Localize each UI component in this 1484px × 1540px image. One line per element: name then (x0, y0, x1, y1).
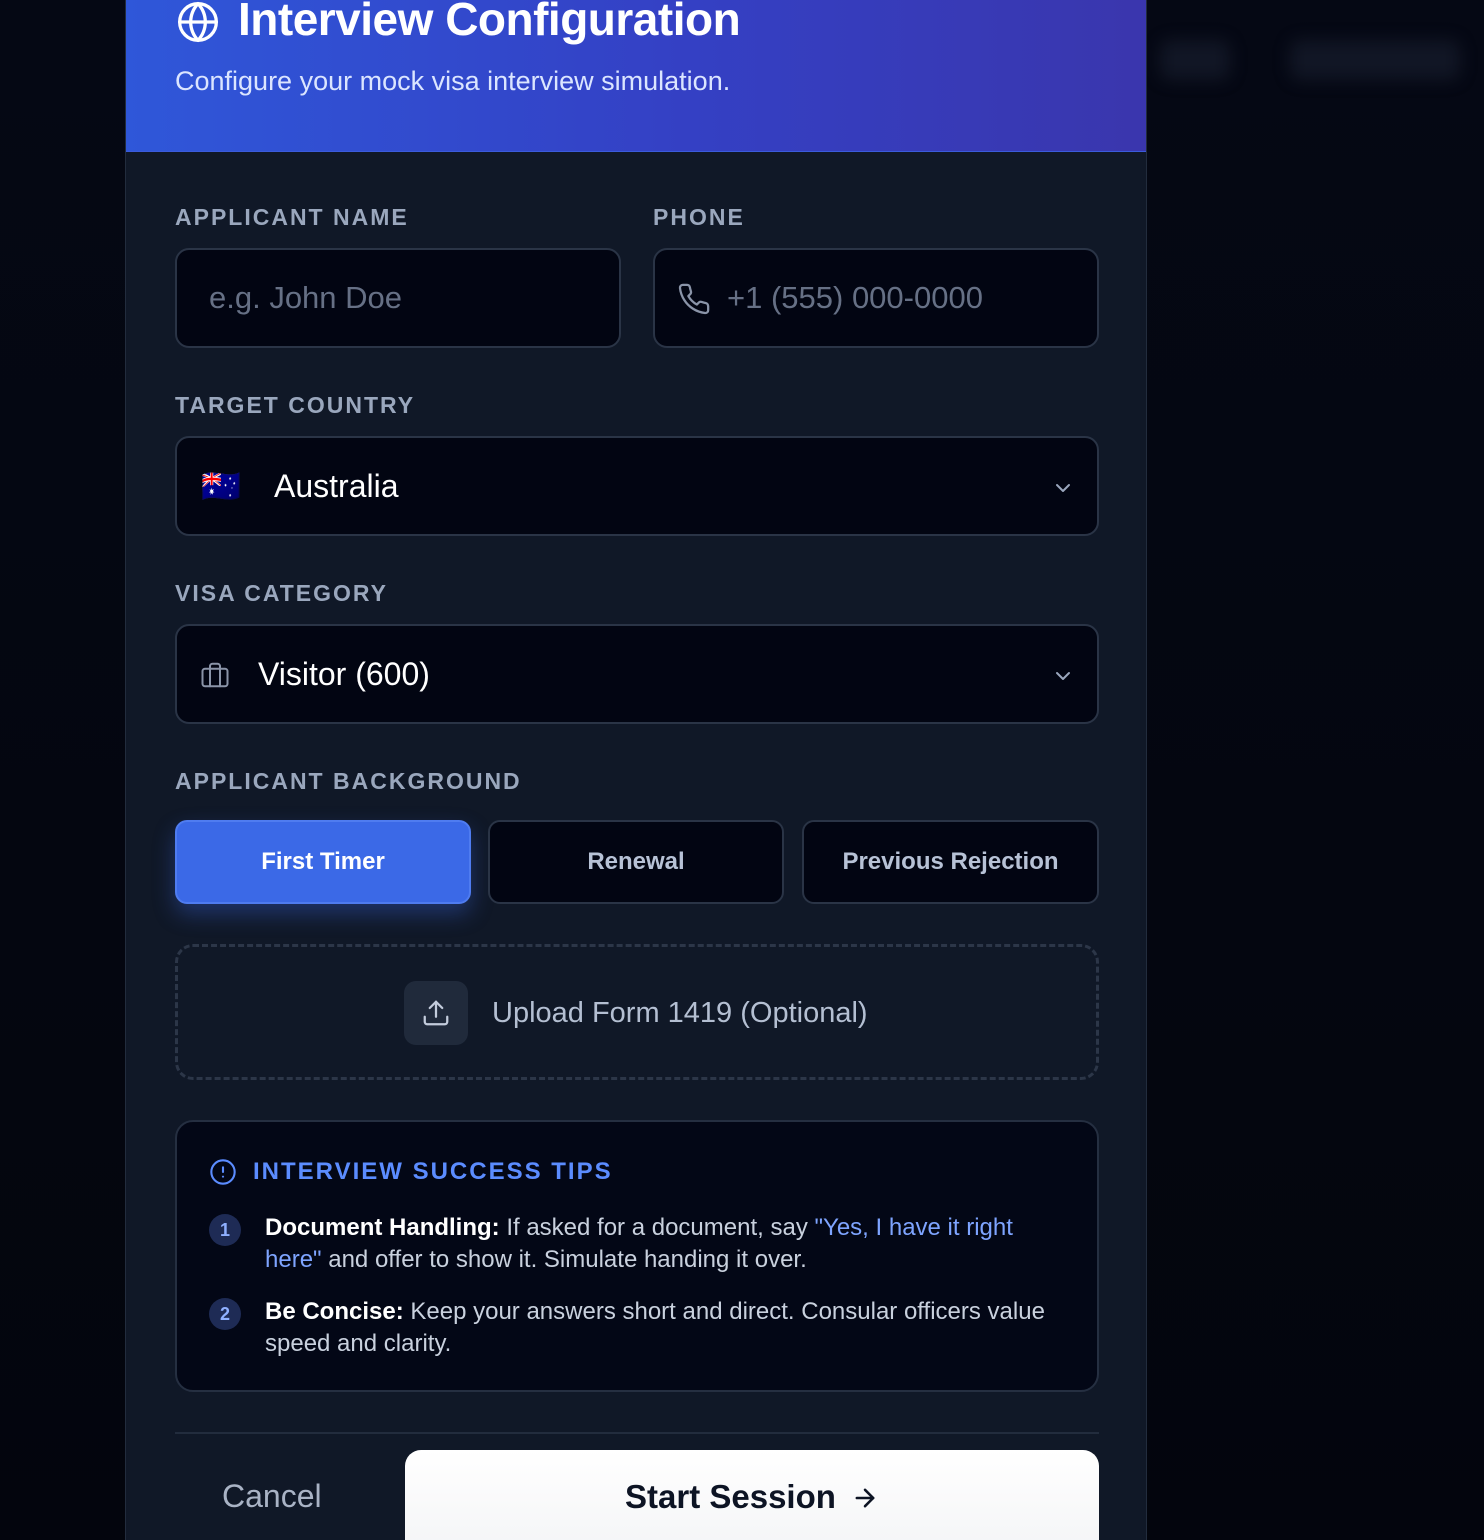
info-circle-icon (210, 1159, 236, 1185)
globe-icon (178, 2, 218, 42)
australia-flag-icon: 🇦🇺 (201, 468, 241, 504)
background-option-first-timer[interactable]: First Timer (175, 820, 471, 904)
applicant-background-label: APPLICANT BACKGROUND (175, 768, 522, 794)
applicant-name-label: APPLICANT NAME (175, 204, 409, 230)
tip-item-be-concise: Be Concise: Keep your answers short and … (265, 1296, 1065, 1360)
phone-icon (678, 283, 710, 315)
upload-icon (423, 1000, 449, 1026)
chevron-down-icon (1056, 484, 1070, 492)
tip-heading: Be Concise: (265, 1298, 404, 1325)
interview-tips-panel: INTERVIEW SUCCESS TIPS 1 Document Handli… (175, 1120, 1099, 1392)
blurred-background-element (1290, 40, 1460, 80)
chevron-down-icon (1056, 672, 1070, 680)
visa-category-label: VISA CATEGORY (175, 580, 388, 606)
interview-config-modal: Interview Configuration Configure your m… (125, 0, 1147, 1540)
start-session-label: Start Session (625, 1478, 836, 1515)
applicant-name-input[interactable] (209, 250, 589, 346)
cancel-button[interactable]: Cancel (222, 1478, 322, 1515)
target-country-value: Australia (274, 468, 399, 504)
tip-text: If asked for a document, say (506, 1214, 808, 1241)
target-country-select[interactable]: 🇦🇺 Australia (175, 436, 1099, 536)
blurred-background-element (1160, 40, 1230, 80)
tip-text: and offer to show it. Simulate handing i… (328, 1246, 807, 1273)
phone-field[interactable] (653, 248, 1099, 348)
tip-heading: Document Handling: (265, 1214, 500, 1241)
background-option-renewal[interactable]: Renewal (488, 820, 784, 904)
visa-category-value: Visitor (600) (258, 656, 430, 692)
modal-title: Interview Configuration (238, 0, 741, 45)
tip-number-badge: 1 (209, 1214, 241, 1246)
applicant-name-field[interactable] (175, 248, 621, 348)
tip-number-badge: 2 (209, 1298, 241, 1330)
footer-divider (175, 1432, 1099, 1434)
modal-subtitle: Configure your mock visa interview simul… (175, 66, 731, 96)
target-country-label: TARGET COUNTRY (175, 392, 416, 418)
visa-category-select[interactable]: Visitor (600) (175, 624, 1099, 724)
arrow-right-icon (855, 1488, 875, 1508)
tip-item-document-handling: Document Handling: If asked for a docume… (265, 1212, 1065, 1276)
upload-form-label: Upload Form 1419 (Optional) (492, 997, 868, 1029)
start-session-button[interactable]: Start Session (405, 1450, 1099, 1540)
background-option-previous-rejection[interactable]: Previous Rejection (802, 820, 1099, 904)
modal-header: Interview Configuration Configure your m… (126, 0, 1146, 152)
upload-form-dropzone[interactable]: Upload Form 1419 (Optional) (175, 944, 1099, 1080)
tips-title: INTERVIEW SUCCESS TIPS (253, 1158, 613, 1185)
upload-icon-box (404, 981, 468, 1045)
phone-input[interactable] (727, 250, 1077, 346)
phone-label: PHONE (653, 204, 745, 230)
briefcase-icon (201, 662, 229, 688)
